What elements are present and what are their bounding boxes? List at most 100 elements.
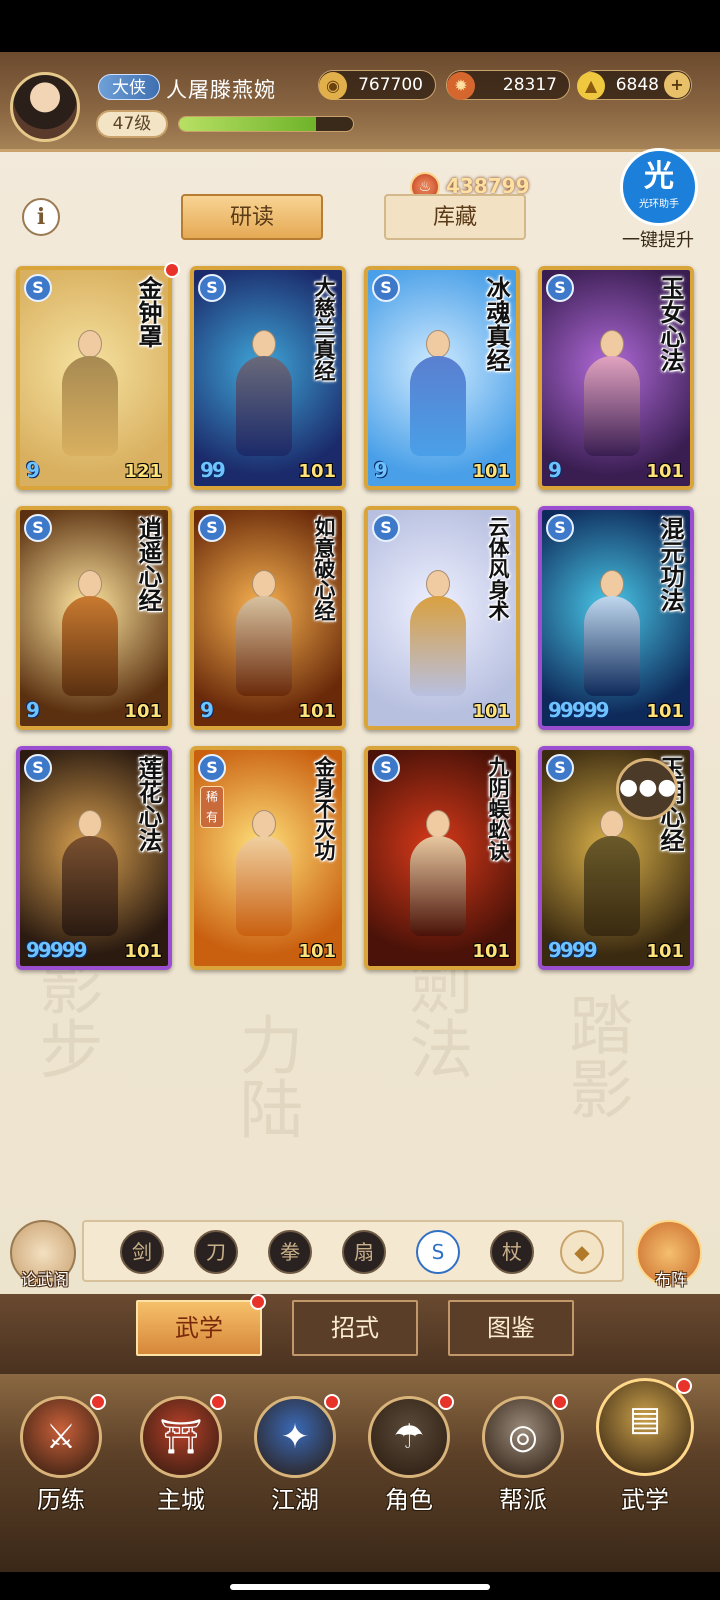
school-swirl-icon: S bbox=[372, 274, 400, 302]
skill-card[interactable]: S 稀有 金身不灭功 101 bbox=[190, 746, 346, 970]
school-swirl-icon: S bbox=[546, 274, 574, 302]
nav-jianghu[interactable]: ✦ 江湖 bbox=[240, 1388, 350, 1538]
figure-body bbox=[410, 356, 466, 456]
add-gold-button[interactable]: + bbox=[664, 72, 690, 98]
nav-guild[interactable]: ◎ 帮派 bbox=[468, 1388, 578, 1538]
character-figure bbox=[232, 570, 296, 700]
nav-label: 武学 bbox=[621, 1486, 669, 1514]
school-filter-bar: 剑刀拳扇 S 杖 ◆ bbox=[82, 1220, 624, 1282]
card-star-rank: 9 bbox=[26, 698, 40, 722]
card-level: 121 bbox=[124, 461, 162, 482]
card-star-rank: 9 bbox=[200, 698, 214, 722]
formation-button[interactable]: 布阵 bbox=[636, 1220, 702, 1289]
card-level: 101 bbox=[472, 461, 510, 482]
school-swirl-icon: S bbox=[372, 754, 400, 782]
player-name: 人屠滕燕婉 bbox=[166, 78, 276, 102]
figure-head bbox=[252, 570, 276, 598]
coin-counter[interactable]: ◉ 767700 bbox=[318, 70, 436, 100]
lunwuge-button[interactable]: 论武阁 bbox=[10, 1220, 76, 1289]
card-level: 101 bbox=[646, 701, 684, 722]
card-name: 冰魂真经 bbox=[482, 276, 511, 372]
figure-head bbox=[78, 810, 102, 838]
skill-card[interactable]: S 云体风身术 101 bbox=[364, 506, 520, 730]
skill-card[interactable]: S 莲花心法 99999 101 bbox=[16, 746, 172, 970]
character-figure bbox=[58, 570, 122, 700]
figure-head bbox=[426, 810, 450, 838]
card-name: 逍遥心经 bbox=[134, 516, 163, 612]
skill-card[interactable]: S 混元功法 99999 101 bbox=[538, 506, 694, 730]
figure-body bbox=[236, 596, 292, 696]
skill-card[interactable]: S 金钟罩 9 121 bbox=[16, 266, 172, 490]
figure-body bbox=[584, 836, 640, 936]
diamond-filter-icon[interactable]: ◆ bbox=[560, 1230, 604, 1274]
skill-card[interactable]: S 玉女心法 9 101 bbox=[538, 266, 694, 490]
card-level: 101 bbox=[298, 701, 336, 722]
nav-label: 历练 bbox=[37, 1486, 85, 1514]
nav-label: 江湖 bbox=[271, 1486, 319, 1514]
card-level: 101 bbox=[646, 461, 684, 482]
figure-head bbox=[426, 570, 450, 598]
tab-collection[interactable]: 库藏 bbox=[384, 194, 526, 240]
nav-character[interactable]: ☂ 角色 bbox=[354, 1388, 464, 1538]
figure-head bbox=[600, 810, 624, 838]
info-button[interactable]: i bbox=[22, 198, 60, 236]
school-swirl-icon: S bbox=[198, 514, 226, 542]
home-indicator[interactable] bbox=[230, 1584, 490, 1590]
fist-filter-icon[interactable]: 拳 bbox=[268, 1230, 312, 1274]
tab-study[interactable]: 研读 bbox=[181, 194, 323, 240]
sword-filter-icon[interactable]: 剑 bbox=[120, 1230, 164, 1274]
chat-icon[interactable]: ●●● bbox=[616, 758, 678, 820]
skill-card[interactable]: S 逍遥心经 9 101 bbox=[16, 506, 172, 730]
card-name: 九阴蜈蚣诀 bbox=[486, 756, 511, 861]
school-filter-icon[interactable]: S bbox=[416, 1230, 460, 1274]
subtab-moves[interactable]: 招式 bbox=[292, 1300, 418, 1356]
helper-assistant-button[interactable]: 光 光环助手 bbox=[620, 148, 698, 226]
game-content: 影步 力陆 劍法 踏影 大侠 人屠滕燕婉 47级 ◉ 767700 ✹ 2831… bbox=[0, 52, 720, 1572]
notify-dot bbox=[250, 1294, 266, 1310]
bottom-nav: ⚔ 历练 ⛩ 主城 ✦ 江湖 ☂ 角色 ◎ 帮派 ▤ 武学 bbox=[0, 1374, 720, 1572]
card-name: 莲花心法 bbox=[134, 756, 163, 852]
blade-filter-icon[interactable]: 刀 bbox=[194, 1230, 238, 1274]
gold-value: 6848 bbox=[615, 75, 659, 95]
nav-training-icon: ⚔ bbox=[20, 1396, 102, 1478]
card-star-rank: 9 bbox=[26, 458, 40, 482]
notify-dot bbox=[324, 1394, 340, 1410]
nav-city[interactable]: ⛩ 主城 bbox=[126, 1388, 236, 1538]
character-figure bbox=[58, 330, 122, 460]
one-key-upgrade-button[interactable]: 一键提升 bbox=[608, 226, 708, 252]
fan-filter-icon[interactable]: 扇 bbox=[342, 1230, 386, 1274]
bg-calligraphy: 踏影 bbox=[558, 992, 633, 1120]
skill-card[interactable]: S 如意破心经 9 101 bbox=[190, 506, 346, 730]
skill-card[interactable]: S 大慈兰真经 99 101 bbox=[190, 266, 346, 490]
notify-dot bbox=[676, 1378, 692, 1394]
subtab-martial[interactable]: 武学 bbox=[136, 1300, 262, 1356]
nav-character-icon: ☂ bbox=[368, 1396, 450, 1478]
nav-label: 角色 bbox=[385, 1486, 433, 1514]
lunwuge-label: 论武阁 bbox=[20, 1270, 69, 1289]
nav-martial[interactable]: ▤ 武学 bbox=[590, 1378, 700, 1538]
card-name: 混元功法 bbox=[656, 516, 685, 612]
top-bar: 大侠 人屠滕燕婉 47级 ◉ 767700 ✹ 28317 ▲ 6848 + bbox=[0, 52, 720, 152]
character-figure bbox=[580, 810, 644, 940]
character-figure bbox=[232, 330, 296, 460]
token-counter[interactable]: ✹ 28317 bbox=[446, 70, 570, 100]
character-figure bbox=[406, 330, 470, 460]
character-figure bbox=[580, 570, 644, 700]
skill-card[interactable]: S 冰魂真经 9 101 bbox=[364, 266, 520, 490]
screen: 影步 力陆 劍法 踏影 大侠 人屠滕燕婉 47级 ◉ 767700 ✹ 2831… bbox=[0, 0, 720, 1600]
nav-jianghu-icon: ✦ bbox=[254, 1396, 336, 1478]
figure-body bbox=[236, 356, 292, 456]
nav-label: 帮派 bbox=[499, 1486, 547, 1514]
token-value: 28317 bbox=[502, 75, 557, 95]
card-level: 101 bbox=[298, 461, 336, 482]
nav-training[interactable]: ⚔ 历练 bbox=[6, 1388, 116, 1538]
subtab-codex[interactable]: 图鉴 bbox=[448, 1300, 574, 1356]
gold-counter[interactable]: ▲ 6848 + bbox=[577, 70, 692, 100]
card-level: 101 bbox=[124, 701, 162, 722]
character-figure bbox=[232, 810, 296, 940]
staff-filter-icon[interactable]: 杖 bbox=[490, 1230, 534, 1274]
school-swirl-icon: S bbox=[24, 274, 52, 302]
skill-card[interactable]: S 九阴蜈蚣诀 101 bbox=[364, 746, 520, 970]
card-name: 大慈兰真经 bbox=[312, 276, 337, 381]
avatar[interactable] bbox=[10, 72, 80, 142]
